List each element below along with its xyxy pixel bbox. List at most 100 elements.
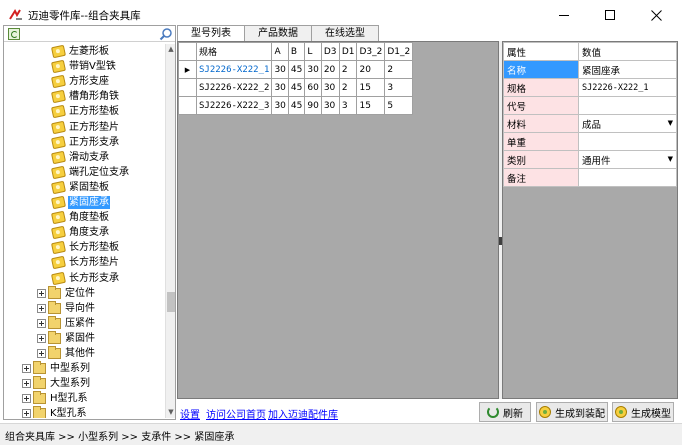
tree-folder-node[interactable]: 压紧件: [37, 315, 96, 331]
expand-icon[interactable]: [37, 303, 46, 313]
property-row[interactable]: 备注: [503, 168, 677, 187]
tree-part-node[interactable]: 正方形支承: [50, 135, 120, 150]
company-home-link[interactable]: 访问公司首页: [206, 406, 266, 421]
dropdown-arrow-icon[interactable]: ▼: [668, 119, 673, 127]
expand-icon[interactable]: [37, 288, 46, 298]
row-selector[interactable]: ▶: [178, 60, 197, 79]
tree-part-node[interactable]: 正方形垫板: [50, 104, 120, 119]
search-icon[interactable]: [159, 27, 173, 41]
scroll-up-icon[interactable]: ▲: [167, 45, 175, 53]
grid-column-header[interactable]: D1: [338, 42, 358, 61]
table-cell[interactable]: 3: [384, 78, 414, 97]
table-cell[interactable]: 30: [271, 96, 289, 115]
close-button[interactable]: [633, 0, 679, 30]
tree-folder-node[interactable]: 其他件: [37, 346, 96, 361]
expand-icon[interactable]: [22, 379, 31, 389]
dropdown-arrow-icon[interactable]: ▼: [668, 155, 673, 163]
tree-part-node[interactable]: 角度垫板: [50, 210, 110, 225]
tab-model-list[interactable]: 型号列表: [177, 25, 245, 42]
property-value-field[interactable]: 紧固座承: [578, 60, 677, 79]
table-row[interactable]: SJ2226-X222_3 30 45 90 30 3 15 5: [178, 96, 414, 115]
tree-part-node[interactable]: 正方形垫片: [50, 120, 120, 135]
tree-part-node[interactable]: 左菱形板: [50, 44, 110, 59]
property-value-select[interactable]: 成品 ▼: [578, 114, 677, 133]
grid-column-header[interactable]: A: [271, 42, 289, 61]
expand-icon[interactable]: [22, 409, 31, 418]
tree-part-node[interactable]: 端孔定位支承: [50, 165, 130, 180]
tree-folder-node[interactable]: 大型系列: [22, 376, 91, 391]
property-row[interactable]: 单重: [503, 132, 677, 151]
table-row[interactable]: SJ2226-X222_2 30 45 60 30 2 15 3: [178, 78, 414, 97]
tree-folder-node[interactable]: 紧固件: [37, 330, 96, 346]
table-cell[interactable]: 30: [271, 78, 289, 97]
table-cell[interactable]: 45: [287, 96, 306, 115]
table-cell[interactable]: 30: [271, 60, 289, 79]
tree-folder-node[interactable]: 中型系列: [22, 361, 91, 376]
tree-part-node[interactable]: 紧固垫板: [50, 180, 110, 195]
table-cell[interactable]: 30: [320, 78, 340, 97]
tree-part-node[interactable]: 槽角形角铁: [50, 89, 120, 104]
tree-folder-node[interactable]: 定位件: [37, 285, 96, 301]
property-row[interactable]: 规格 SJ2226-X222_1: [503, 78, 677, 97]
table-cell[interactable]: 3: [338, 96, 358, 115]
tab-product-data[interactable]: 产品数据: [244, 25, 312, 41]
property-value-field[interactable]: [578, 96, 677, 115]
table-cell[interactable]: 2: [338, 60, 358, 79]
generate-to-assembly-button[interactable]: 生成到装配: [536, 402, 608, 422]
table-cell[interactable]: 90: [304, 96, 322, 115]
expand-icon[interactable]: [37, 333, 46, 343]
expand-icon[interactable]: [37, 318, 46, 328]
grid-column-header[interactable]: 规格: [195, 42, 273, 61]
table-cell[interactable]: 45: [287, 60, 306, 79]
table-cell[interactable]: 20: [320, 60, 340, 79]
expand-icon[interactable]: [37, 349, 46, 358]
scrollbar-thumb[interactable]: [167, 292, 175, 312]
property-value-field[interactable]: [578, 168, 677, 187]
table-cell[interactable]: SJ2226-X222_2: [195, 78, 273, 97]
tree-folder-node[interactable]: 导向件: [37, 300, 96, 316]
tab-online-selection[interactable]: 在线选型: [311, 25, 379, 41]
tree-part-node[interactable]: 角度支承: [50, 225, 110, 240]
table-cell[interactable]: 30: [320, 96, 340, 115]
generate-model-button[interactable]: 生成模型: [612, 402, 674, 422]
refresh-tree-icon[interactable]: [8, 28, 20, 40]
tree-folder-node[interactable]: H型孔系: [22, 391, 89, 406]
row-selector[interactable]: [178, 96, 197, 115]
grid-column-header[interactable]: B: [287, 42, 306, 61]
tree-part-node[interactable]: 方形支座: [50, 74, 110, 89]
grid-column-header[interactable]: D1_2: [384, 42, 414, 61]
property-row[interactable]: 代号: [503, 96, 677, 115]
tree-folder-node[interactable]: K型孔系: [22, 406, 88, 418]
table-cell[interactable]: 30: [304, 60, 322, 79]
grid-column-header[interactable]: L: [304, 42, 322, 61]
minimize-button[interactable]: [541, 0, 587, 30]
grid-column-header[interactable]: D3: [320, 42, 340, 61]
tree-part-node[interactable]: 紧固座承: [50, 195, 110, 210]
maximize-button[interactable]: [587, 0, 633, 30]
table-row[interactable]: ▶ SJ2226-X222_1 30 45 30 20 2 20 2: [178, 60, 414, 79]
model-list-grid[interactable]: 规格 A B L D3 D1 D3_2 D1_2 ▶ SJ2226-X222_1 30 45 30 20 2…: [178, 42, 414, 115]
grid-column-header[interactable]: D3_2: [356, 42, 386, 61]
property-row[interactable]: 类别 通用件 ▼: [503, 150, 677, 169]
settings-link[interactable]: 设置: [180, 406, 200, 421]
join-library-link[interactable]: 加入迈迪配件库: [268, 406, 338, 421]
library-tree[interactable]: 左菱形板 带销V型铁 方形支座 槽角形角铁 正方形垫板 正方形垫片 正方形支承 滑动支承 端孔定…: [4, 44, 164, 418]
table-cell[interactable]: 45: [287, 78, 306, 97]
expand-icon[interactable]: [22, 394, 31, 404]
table-cell[interactable]: 15: [356, 96, 386, 115]
table-cell[interactable]: 60: [304, 78, 322, 97]
tree-part-node[interactable]: 长方形垫板: [50, 240, 120, 255]
table-cell[interactable]: 2: [384, 60, 414, 79]
tree-part-node[interactable]: 滑动支承: [50, 150, 110, 165]
table-cell[interactable]: 20: [356, 60, 386, 79]
property-value-select[interactable]: 通用件 ▼: [578, 150, 677, 169]
table-cell[interactable]: SJ2226-X222_3: [195, 96, 273, 115]
tree-scrollbar[interactable]: ▲ ▼: [165, 44, 175, 418]
tree-part-node[interactable]: 长方形支承: [50, 271, 120, 286]
property-row[interactable]: 材料 成品 ▼: [503, 114, 677, 133]
property-value-field[interactable]: SJ2226-X222_1: [578, 78, 677, 97]
table-cell[interactable]: 5: [384, 96, 414, 115]
table-cell[interactable]: 2: [338, 78, 358, 97]
table-cell[interactable]: 15: [356, 78, 386, 97]
tree-part-node[interactable]: 带销V型铁: [50, 59, 117, 74]
